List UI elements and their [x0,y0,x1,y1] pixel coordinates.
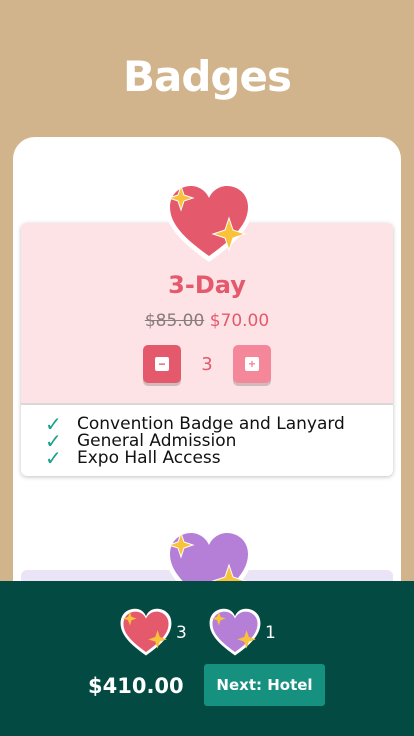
cart-footer: 3 1 $410.00 Next: Hotel [0,581,414,736]
cart-item-count: 3 [176,623,187,643]
pink-heart-icon [161,178,257,268]
plus-icon: + [245,357,259,371]
next-hotel-button[interactable]: Next: Hotel [204,664,325,706]
cart-item-purple: 1 [207,607,276,659]
feature-list: ✓ Convention Badge and Lanyard ✓ General… [21,403,393,476]
cart-item-pink: 3 [118,607,187,659]
cart-item-count: 1 [265,623,276,643]
original-price: $85.00 [144,311,205,331]
quantity-value: 3 [201,353,213,375]
check-icon: ✓ [45,445,62,470]
purple-heart-icon [207,607,263,659]
feature-item: ✓ Expo Hall Access [45,446,393,470]
feature-item: ✓ Convention Badge and Lanyard [45,412,393,436]
feature-item: ✓ General Admission [45,429,393,453]
price-row: $85.00 $70.00 [21,311,393,331]
minus-icon: − [155,357,169,371]
sale-price: $70.00 [209,311,270,331]
quantity-stepper: − 3 + [21,345,393,383]
increase-quantity-button[interactable]: + [233,345,271,383]
cart-total: $410.00 [88,674,184,698]
pink-heart-icon [118,607,174,659]
page-title: Badges [123,52,292,101]
decrease-quantity-button[interactable]: − [143,345,181,383]
feature-label: Expo Hall Access [77,447,221,468]
badge-name: 3-Day [168,271,246,299]
